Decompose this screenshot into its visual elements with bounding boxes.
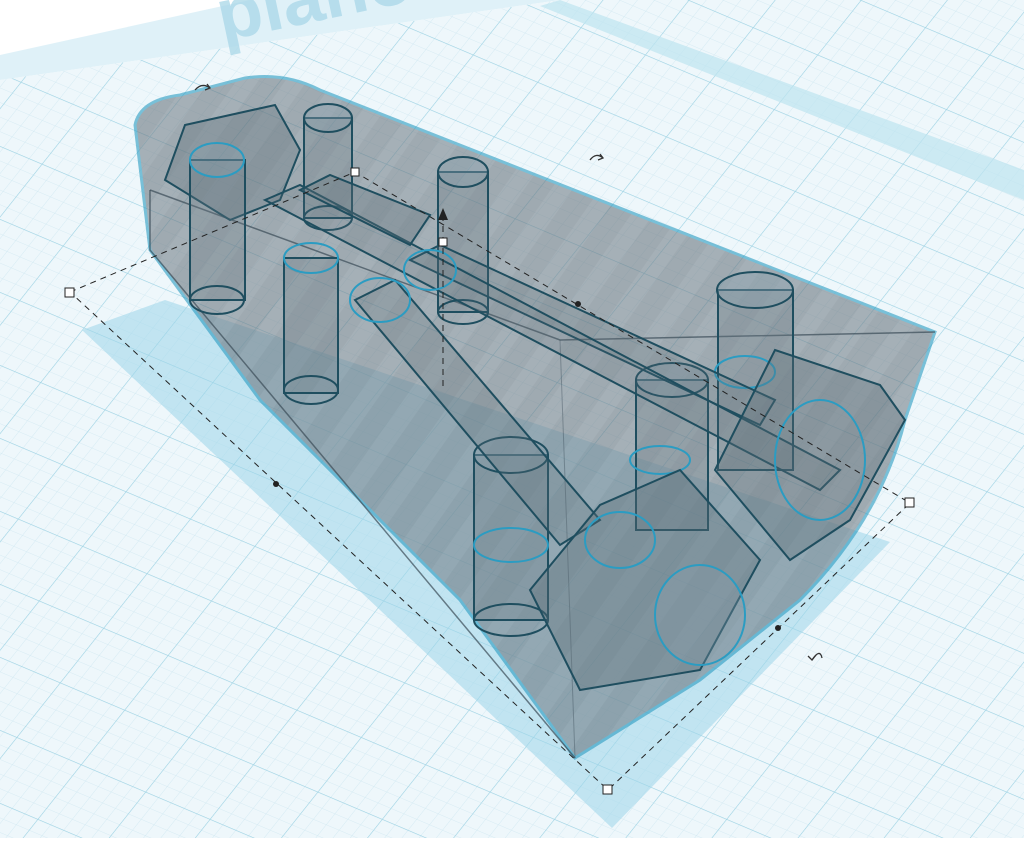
corner-handle-bottom[interactable]	[602, 784, 613, 795]
3d-viewport[interactable]: plano de tr	[0, 0, 1024, 838]
corner-handle-top[interactable]	[350, 167, 360, 177]
midpoint-handle-left[interactable]	[273, 481, 279, 487]
midpoint-handle-top[interactable]	[575, 301, 581, 307]
cylinder-4	[283, 242, 339, 405]
height-handle[interactable]	[438, 237, 448, 247]
cylinder-1	[189, 142, 246, 315]
midpoint-handle-right[interactable]	[775, 625, 781, 631]
corner-handle-right[interactable]	[904, 497, 915, 508]
corner-handle-left[interactable]	[64, 287, 75, 298]
